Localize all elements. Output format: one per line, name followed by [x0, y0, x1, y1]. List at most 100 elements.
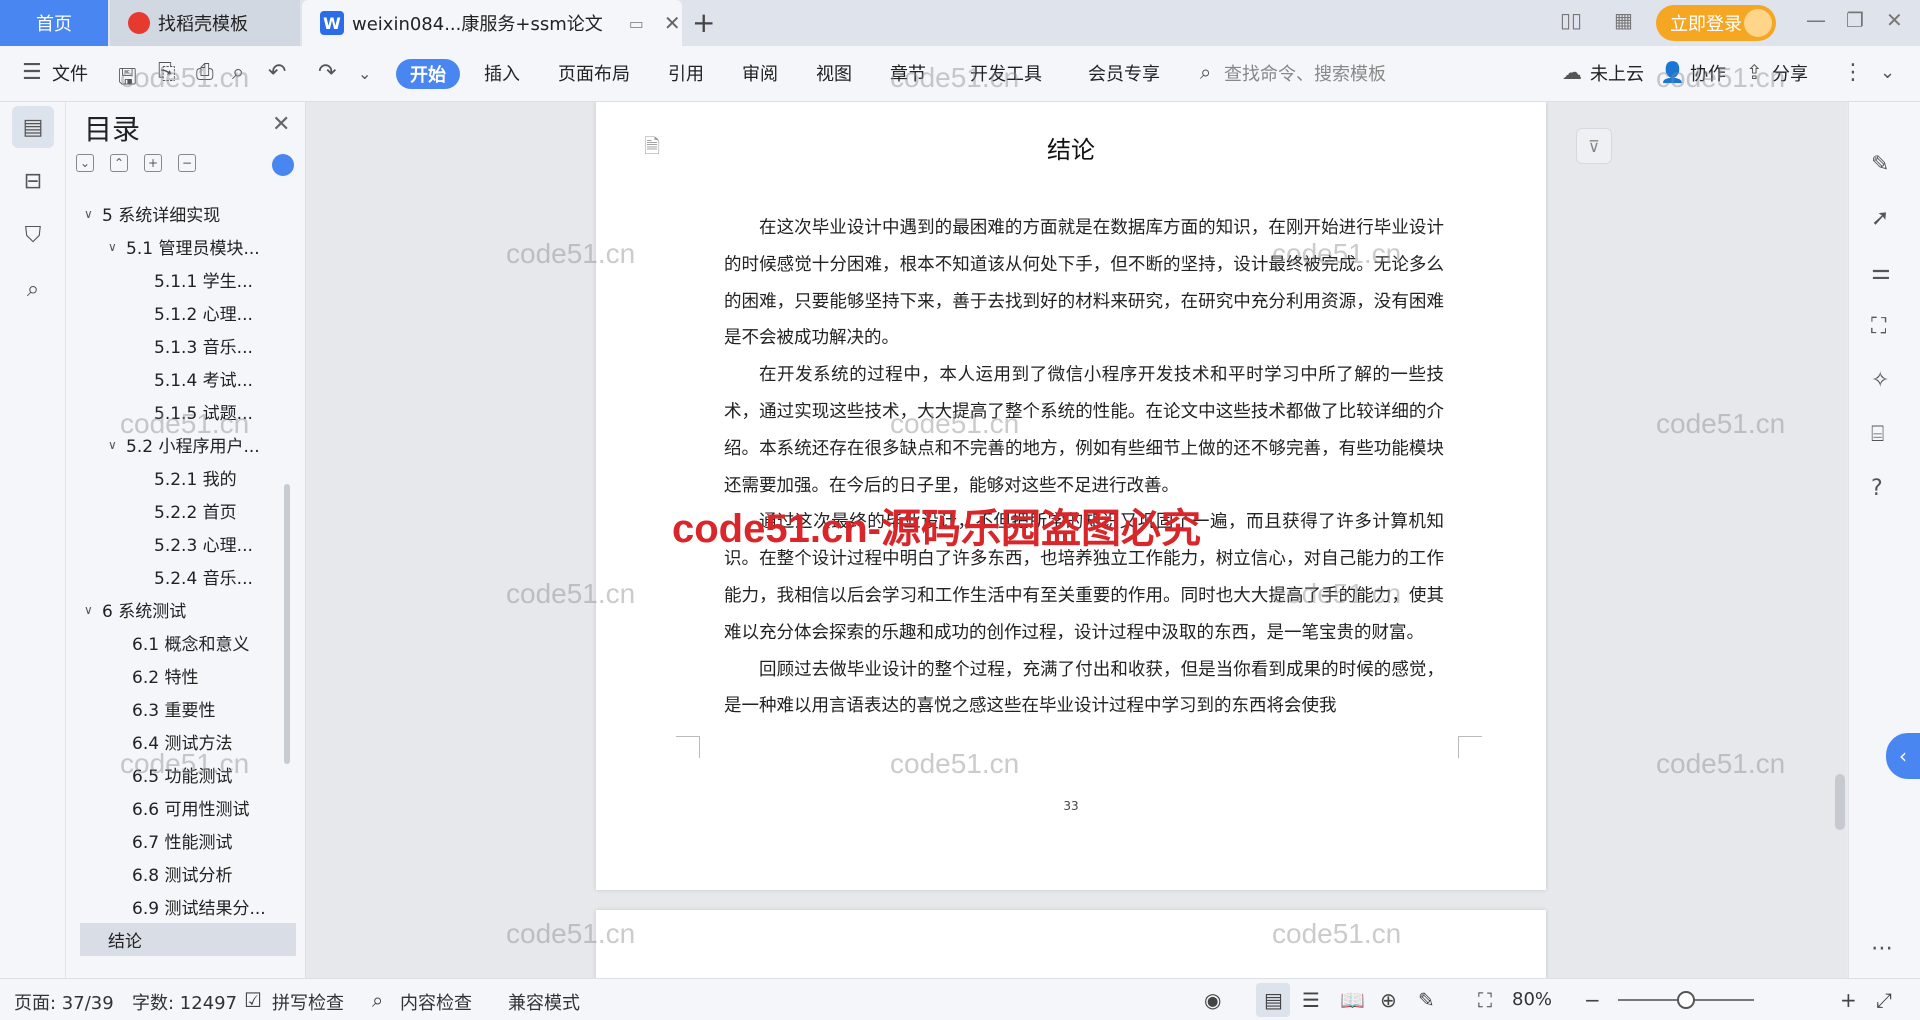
- minimize-icon[interactable]: —: [1806, 8, 1826, 32]
- close-icon[interactable]: ✕: [272, 112, 290, 137]
- apps-grid-icon[interactable]: ▦: [1614, 8, 1633, 32]
- page-title[interactable]: 结论: [596, 130, 1546, 165]
- toc-item[interactable]: ∨ 5 系统详细实现: [70, 197, 296, 230]
- restore-icon[interactable]: ❐: [1846, 8, 1864, 32]
- tab-document[interactable]: W weixin084...康服务+ssm论文 ▭ ✕: [302, 0, 682, 46]
- fullscreen-icon[interactable]: ⤢: [1876, 988, 1892, 1012]
- tab-insert[interactable]: 插入: [484, 60, 520, 86]
- tab-layout[interactable]: 页面布局: [558, 60, 630, 86]
- collapse-ribbon-icon[interactable]: ⌄: [1880, 62, 1895, 83]
- menu-icon[interactable]: ☰: [22, 60, 42, 85]
- toc-item[interactable]: 5.1.2 心理...: [70, 296, 296, 329]
- find-icon[interactable]: ⌕: [12, 268, 54, 310]
- adjust-icon[interactable]: ⚌: [1871, 260, 1891, 285]
- page-body[interactable]: 在这次毕业设计中遇到的最困难的方面就是在数据库方面的知识，在刚开始进行毕业设计的…: [724, 210, 1444, 725]
- close-window-icon[interactable]: ✕: [1886, 8, 1903, 32]
- chevron-down-icon[interactable]: ∨: [84, 207, 102, 221]
- tab-view[interactable]: 视图: [816, 60, 852, 86]
- expand-sidebar-button[interactable]: ‹: [1886, 733, 1920, 779]
- scrollbar-thumb[interactable]: [1835, 774, 1845, 830]
- tab-start[interactable]: 开始: [396, 59, 460, 89]
- more-dots-icon[interactable]: ⋯: [1871, 936, 1893, 961]
- command-search[interactable]: 查找命令、搜索模板: [1224, 60, 1386, 86]
- tab-reference[interactable]: 引用: [668, 60, 704, 86]
- reading-icon[interactable]: ⌸: [1871, 422, 1884, 447]
- toc-item[interactable]: 6.9 测试结果分...: [70, 890, 296, 923]
- add-heading-icon[interactable]: +: [144, 154, 162, 172]
- help-icon[interactable]: ?: [1871, 476, 1883, 501]
- tab-templates-label: 找稻壳模板: [158, 14, 248, 35]
- toc-item[interactable]: 5.2.4 音乐...: [70, 560, 296, 593]
- toc-item[interactable]: ∨ 6 系统测试: [70, 593, 296, 626]
- image-tool-icon[interactable]: ⛶: [1871, 314, 1886, 339]
- zoom-out-icon[interactable]: −: [1584, 988, 1601, 1012]
- toc-item[interactable]: 5.1.3 音乐...: [70, 329, 296, 362]
- toc-item[interactable]: 5.1.4 考试...: [70, 362, 296, 395]
- cloud-status[interactable]: 未上云: [1590, 60, 1644, 86]
- menu-file[interactable]: 文件: [52, 60, 88, 86]
- toc-item[interactable]: 结论: [80, 923, 296, 956]
- bookmark-icon[interactable]: ⛉: [12, 214, 54, 256]
- next-page: [596, 910, 1546, 978]
- collapse-all-icon[interactable]: ⌃: [110, 154, 128, 172]
- toc-item[interactable]: 6.6 可用性测试: [70, 791, 296, 824]
- more-icon[interactable]: ⋮: [1842, 60, 1864, 85]
- tab-templates[interactable]: 找稻壳模板: [110, 0, 300, 46]
- read-view-icon[interactable]: 📖: [1340, 988, 1365, 1012]
- document-scrollbar[interactable]: [1832, 102, 1848, 978]
- layout-toggle-icon[interactable]: ▯▯: [1560, 8, 1582, 32]
- watermark: code51.cn: [890, 62, 1020, 93]
- ai-toc-icon[interactable]: [272, 154, 294, 176]
- spellcheck-button[interactable]: 拼写检查: [272, 989, 344, 1015]
- fit-page-icon[interactable]: ⛶: [1478, 988, 1492, 1012]
- eye-protection-icon[interactable]: ◉: [1204, 988, 1221, 1012]
- ai-assistant-icon[interactable]: ✧: [1871, 368, 1889, 393]
- page-view-icon[interactable]: ▤: [1264, 988, 1283, 1012]
- toc-item[interactable]: 6.1 概念和意义: [70, 626, 296, 659]
- chevron-down-icon[interactable]: ⌄: [358, 64, 371, 83]
- pen-icon[interactable]: ✎: [1871, 152, 1889, 177]
- paragraph[interactable]: 在这次毕业设计中遇到的最困难的方面就是在数据库方面的知识，在刚开始进行毕业设计的…: [724, 210, 1444, 357]
- edit-view-icon[interactable]: ✎: [1418, 988, 1435, 1012]
- toc-item[interactable]: ∨ 5.1 管理员模块...: [70, 230, 296, 263]
- toc-panel-icon[interactable]: ▤: [12, 106, 54, 148]
- tab-home[interactable]: 首页: [0, 0, 108, 46]
- chevron-down-icon[interactable]: ∨: [84, 603, 102, 617]
- word-count[interactable]: 字数: 12497: [132, 989, 237, 1015]
- close-tab-icon[interactable]: ✕: [664, 11, 681, 35]
- chevron-down-icon[interactable]: ∨: [108, 240, 126, 254]
- toc-item[interactable]: 6.8 测试分析: [70, 857, 296, 890]
- toc-item[interactable]: 5.1.1 学生...: [70, 263, 296, 296]
- web-view-icon[interactable]: ⊕: [1380, 988, 1397, 1012]
- toc-item[interactable]: 5.2.1 我的: [70, 461, 296, 494]
- new-tab-button[interactable]: +: [692, 6, 715, 39]
- nav-pane-icon[interactable]: ⊟: [12, 160, 54, 202]
- watermark: code51.cn: [1656, 408, 1786, 439]
- toc-item[interactable]: 6.3 重要性: [70, 692, 296, 725]
- select-pointer-icon[interactable]: ➚: [1871, 206, 1889, 231]
- page-count[interactable]: 页面: 37/39: [14, 989, 114, 1015]
- toc-item[interactable]: 6.7 性能测试: [70, 824, 296, 857]
- toc-item-label: 5.2.2 首页: [154, 503, 237, 523]
- redo-icon[interactable]: ↷: [318, 60, 336, 85]
- paragraph[interactable]: 在开发系统的过程中，本人运用到了微信小程序开发技术和平时学习中所了解的一些技术，…: [724, 357, 1444, 504]
- toc-item[interactable]: 5.2.3 心理...: [70, 527, 296, 560]
- undo-icon[interactable]: ↶: [268, 60, 286, 85]
- expand-all-icon[interactable]: ⌄: [76, 154, 94, 172]
- toc-item[interactable]: 6.2 特性: [70, 659, 296, 692]
- paragraph[interactable]: 回顾过去做毕业设计的整个过程，充满了付出和收获，但是当你看到成果的时候的感觉，是…: [724, 652, 1444, 726]
- remove-heading-icon[interactable]: −: [178, 154, 196, 172]
- toc-item-label: 6.9 测试结果分...: [132, 899, 266, 919]
- collapse-panel-icon[interactable]: ⊽: [1576, 128, 1612, 164]
- outline-view-icon[interactable]: ☰: [1302, 988, 1320, 1012]
- zoom-in-icon[interactable]: +: [1840, 988, 1857, 1012]
- pin-tab-icon[interactable]: ▭: [629, 14, 644, 33]
- toc-scrollbar[interactable]: [284, 484, 290, 764]
- login-button[interactable]: 立即登录: [1656, 5, 1776, 41]
- tab-member[interactable]: 会员专享: [1088, 60, 1160, 86]
- content-check-button[interactable]: 内容检查: [400, 989, 472, 1015]
- zoom-level[interactable]: 80%: [1512, 989, 1552, 1010]
- tab-review[interactable]: 审阅: [742, 60, 778, 86]
- toc-item[interactable]: 5.2.2 首页: [70, 494, 296, 527]
- zoom-slider-knob[interactable]: [1677, 991, 1695, 1009]
